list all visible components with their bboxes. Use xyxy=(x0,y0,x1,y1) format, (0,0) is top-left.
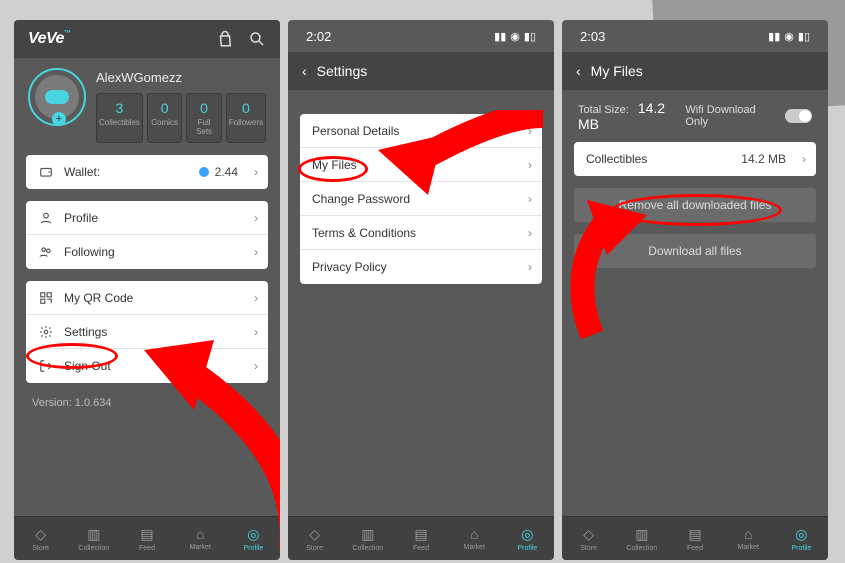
tab-market[interactable]: ⌂Market xyxy=(722,526,775,551)
battery-icon: ▮▯ xyxy=(798,30,810,43)
avatar-add-icon[interactable]: + xyxy=(52,112,66,126)
total-size-label: Total Size: xyxy=(578,104,629,116)
tabbar: ◇Store ▥Collection ▤Feed ⌂Market ◎Profil… xyxy=(562,516,828,560)
gear-icon xyxy=(38,325,54,339)
wallet-icon xyxy=(38,165,54,179)
settings-row[interactable]: Settings › xyxy=(26,315,268,349)
status-icons: ▮▮ ◉ ▮▯ xyxy=(768,30,810,43)
bag-icon[interactable] xyxy=(216,30,234,48)
tabbar: ◇Store ▥Collection ▤Feed ⌂Market ◎Profil… xyxy=(14,516,280,560)
gem-icon xyxy=(199,167,209,177)
stat-comics[interactable]: 0 Comics xyxy=(147,93,182,143)
wifi-icon: ◉ xyxy=(510,30,520,43)
search-icon[interactable] xyxy=(248,30,266,48)
tab-store[interactable]: ◇Store xyxy=(562,526,615,552)
stat-followers[interactable]: 0 Followers xyxy=(226,93,266,143)
back-icon[interactable]: ‹ xyxy=(576,63,581,79)
phone-settings: 2:02 ▮▮ ◉ ▮▯ ‹ Settings Personal Details… xyxy=(288,20,554,560)
signout-row[interactable]: Sign Out › xyxy=(26,349,268,383)
profile-row[interactable]: Profile › xyxy=(26,201,268,235)
tab-market[interactable]: ⌂Market xyxy=(448,526,501,551)
personal-details-row[interactable]: Personal Details› xyxy=(300,114,542,148)
tab-feed[interactable]: ▤Feed xyxy=(120,526,173,552)
status-icons: ▮▮ ◉ ▮▯ xyxy=(494,30,536,43)
stat-collectibles[interactable]: 3 Collectibles xyxy=(96,93,143,143)
qr-row[interactable]: My QR Code › xyxy=(26,281,268,315)
my-files-row[interactable]: My Files› xyxy=(300,148,542,182)
version-text: Version: 1.0.634 xyxy=(14,389,280,417)
remove-all-button[interactable]: Remove all downloaded files xyxy=(574,188,816,222)
signal-icon: ▮▮ xyxy=(494,30,506,43)
following-row[interactable]: Following › xyxy=(26,235,268,269)
signout-icon xyxy=(38,359,54,373)
following-icon xyxy=(38,245,54,259)
tab-store[interactable]: ◇Store xyxy=(288,526,341,552)
phone-myfiles: 2:03 ▮▮ ◉ ▮▯ ‹ My Files Total Size: 14.2… xyxy=(562,20,828,560)
change-password-row[interactable]: Change Password› xyxy=(300,182,542,216)
tab-profile[interactable]: ◎Profile xyxy=(775,526,828,552)
veve-logo: VeVe™ xyxy=(28,30,70,48)
stat-fullsets[interactable]: 0 Full Sets xyxy=(186,93,221,143)
battery-icon: ▮▯ xyxy=(524,30,536,43)
username: AlexWGomezz xyxy=(96,70,266,85)
wallet-label: Wallet: xyxy=(64,165,100,179)
tab-collection[interactable]: ▥Collection xyxy=(67,526,120,552)
tabbar: ◇Store ▥Collection ▤Feed ⌂Market ◎Profil… xyxy=(288,516,554,560)
myfiles-header[interactable]: ‹ My Files xyxy=(562,52,828,90)
terms-row[interactable]: Terms & Conditions› xyxy=(300,216,542,250)
avatar[interactable]: + xyxy=(28,68,86,126)
privacy-row[interactable]: Privacy Policy› xyxy=(300,250,542,284)
tab-feed[interactable]: ▤Feed xyxy=(394,526,447,552)
phone-profile: VeVe™ + AlexWGomezz 3 xyxy=(14,20,280,560)
qr-icon xyxy=(38,291,54,305)
tab-market[interactable]: ⌂Market xyxy=(174,526,227,551)
signal-icon: ▮▮ xyxy=(768,30,780,43)
tab-store[interactable]: ◇Store xyxy=(14,526,67,552)
status-time: 2:03 xyxy=(580,29,605,44)
veve-header: VeVe™ xyxy=(14,20,280,58)
tab-feed[interactable]: ▤Feed xyxy=(668,526,721,552)
tab-collection[interactable]: ▥Collection xyxy=(341,526,394,552)
tab-collection[interactable]: ▥Collection xyxy=(615,526,668,552)
download-all-button[interactable]: Download all files xyxy=(574,234,816,268)
wifi-download-label: Wifi Download Only xyxy=(685,104,777,128)
chevron-right-icon: › xyxy=(254,165,258,179)
back-icon[interactable]: ‹ xyxy=(302,63,307,79)
tab-profile[interactable]: ◎Profile xyxy=(227,526,280,552)
settings-header[interactable]: ‹ Settings xyxy=(288,52,554,90)
profile-icon xyxy=(38,211,54,225)
tab-profile[interactable]: ◎Profile xyxy=(501,526,554,552)
wifi-download-toggle[interactable] xyxy=(785,109,812,123)
collectibles-row[interactable]: Collectibles 14.2 MB › xyxy=(574,142,816,176)
status-time: 2:02 xyxy=(306,29,331,44)
wifi-icon: ◉ xyxy=(784,30,794,43)
wallet-row[interactable]: Wallet: 2.44 › xyxy=(26,155,268,189)
